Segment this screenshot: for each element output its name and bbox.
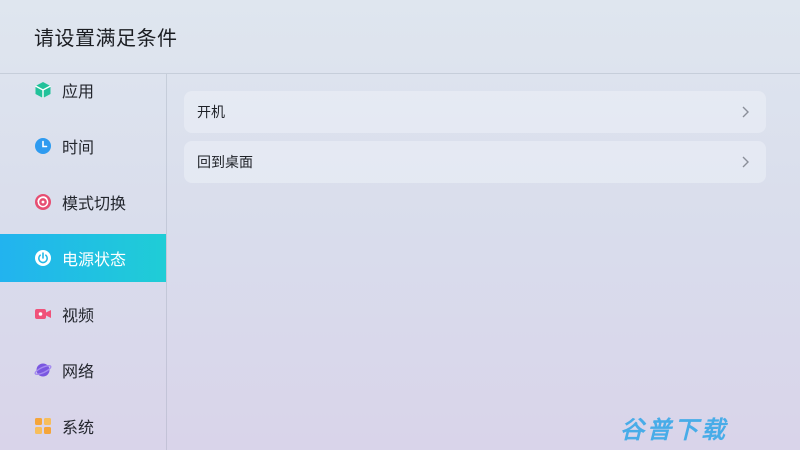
sidebar-item-video[interactable]: 视频 xyxy=(0,290,166,338)
planet-network-icon xyxy=(34,361,52,379)
app-cube-icon xyxy=(34,81,52,99)
sidebar: 应用 时间 模式切换 电源状态 视频 网络 系统 xyxy=(0,74,167,450)
sidebar-item-power-state[interactable]: 电源状态 xyxy=(0,234,166,282)
clock-icon xyxy=(34,137,52,155)
sidebar-item-label: 网络 xyxy=(62,362,95,381)
sidebar-item-network[interactable]: 网络 xyxy=(0,346,166,394)
sidebar-item-label: 视频 xyxy=(62,306,95,325)
watermark-logo: 谷普下载 xyxy=(620,416,728,444)
sidebar-item-time[interactable]: 时间 xyxy=(0,122,166,170)
chevron-right-icon xyxy=(740,155,750,169)
video-camera-icon xyxy=(34,305,52,323)
sidebar-item-label: 应用 xyxy=(62,82,95,101)
sidebar-item-system[interactable]: 系统 xyxy=(0,402,166,450)
page-title: 请设置满足条件 xyxy=(34,26,178,50)
option-return-desktop[interactable]: 回到桌面 xyxy=(184,141,766,183)
sidebar-item-mode-switch[interactable]: 模式切换 xyxy=(0,178,166,226)
option-label: 开机 xyxy=(197,105,225,121)
sidebar-item-label: 时间 xyxy=(62,138,95,157)
mode-switch-icon xyxy=(34,193,52,211)
option-label: 回到桌面 xyxy=(197,155,253,171)
chevron-right-icon xyxy=(740,105,750,119)
sidebar-item-app[interactable]: 应用 xyxy=(0,66,166,114)
grid-system-icon xyxy=(34,417,52,435)
sidebar-item-label: 系统 xyxy=(62,418,95,437)
option-power-on[interactable]: 开机 xyxy=(184,91,766,133)
sidebar-item-label: 电源状态 xyxy=(62,250,127,269)
sidebar-item-label: 模式切换 xyxy=(62,194,127,213)
power-icon xyxy=(34,249,52,267)
